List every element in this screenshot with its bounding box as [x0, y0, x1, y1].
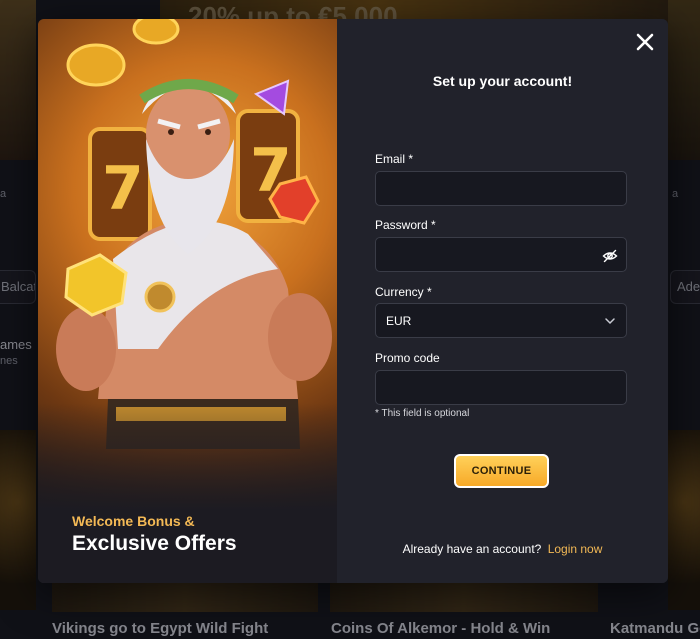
currency-select[interactable]: EUR: [375, 303, 627, 338]
promo-code-field[interactable]: [375, 370, 627, 405]
promo-panel: 7 7 Welcome Bonus & Exclusive Offers: [38, 19, 337, 583]
login-prompt-line: Already have an account? Login now: [337, 542, 668, 556]
currency-label: Currency *: [375, 285, 432, 299]
password-field[interactable]: [375, 237, 627, 272]
password-label: Password *: [375, 218, 436, 232]
optional-note: * This field is optional: [375, 408, 470, 419]
promo-title: Exclusive Offers: [72, 532, 237, 555]
svg-text:7: 7: [102, 154, 144, 224]
signup-modal: 7 7 Welcome Bonus & Exclusive Offers Set…: [38, 19, 668, 583]
promo-subtitle: Welcome Bonus &: [72, 513, 195, 529]
signup-form-panel: Set up your account! Email * Password * …: [337, 19, 668, 583]
form-title: Set up your account!: [432, 73, 573, 89]
eye-off-icon[interactable]: [602, 248, 618, 264]
continue-button[interactable]: CONTINUE: [454, 454, 549, 488]
chevron-down-icon: [605, 317, 615, 324]
currency-value: EUR: [386, 313, 412, 328]
promo-code-label: Promo code: [375, 351, 440, 365]
email-label: Email *: [375, 152, 414, 166]
login-prompt-text: Already have an account?: [402, 542, 542, 556]
login-now-link[interactable]: Login now: [548, 542, 603, 556]
email-field[interactable]: [375, 171, 627, 206]
promo-fade: [38, 403, 337, 583]
close-icon[interactable]: [634, 31, 656, 53]
